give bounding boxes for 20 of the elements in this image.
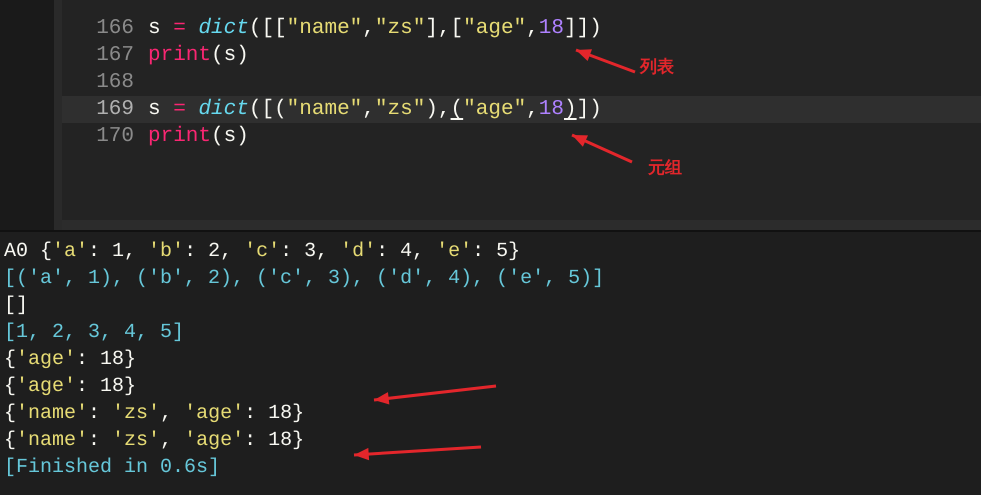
line-number: 169 xyxy=(95,97,134,123)
output-line: {'age': 18} xyxy=(4,374,136,400)
output-line: [1, 2, 3, 4, 5] xyxy=(4,320,184,346)
output-line: [('a', 1), ('b', 2), ('c', 3), ('d', 4), ('e', 5)] xyxy=(4,266,604,292)
annotation-label: 元组 xyxy=(648,157,682,179)
output-line: {'age': 18} xyxy=(4,347,136,373)
line-number: 168 xyxy=(95,70,134,96)
output-line: {'name': 'zs', 'age': 18} xyxy=(4,401,304,427)
output-line: [] xyxy=(4,293,28,319)
code-line: print(s) xyxy=(148,43,249,69)
line-number: 170 xyxy=(95,124,134,150)
code-line: s = dict([("name","zs"),("age",18)]) xyxy=(148,97,602,123)
line-number: 166 xyxy=(95,16,134,42)
code-line: print(s) xyxy=(148,124,249,150)
output-line: A0 {'a': 1, 'b': 2, 'c': 3, 'd': 4, 'e': 5} xyxy=(4,239,520,265)
line-number: 167 xyxy=(95,43,134,69)
output-line: {'name': 'zs', 'age': 18} xyxy=(4,428,304,454)
output-line: [Finished in 0.6s] xyxy=(4,455,220,481)
annotation-label: 列表 xyxy=(640,56,674,78)
code-line: s = dict([["name","zs"],["age",18]]) xyxy=(148,16,602,42)
